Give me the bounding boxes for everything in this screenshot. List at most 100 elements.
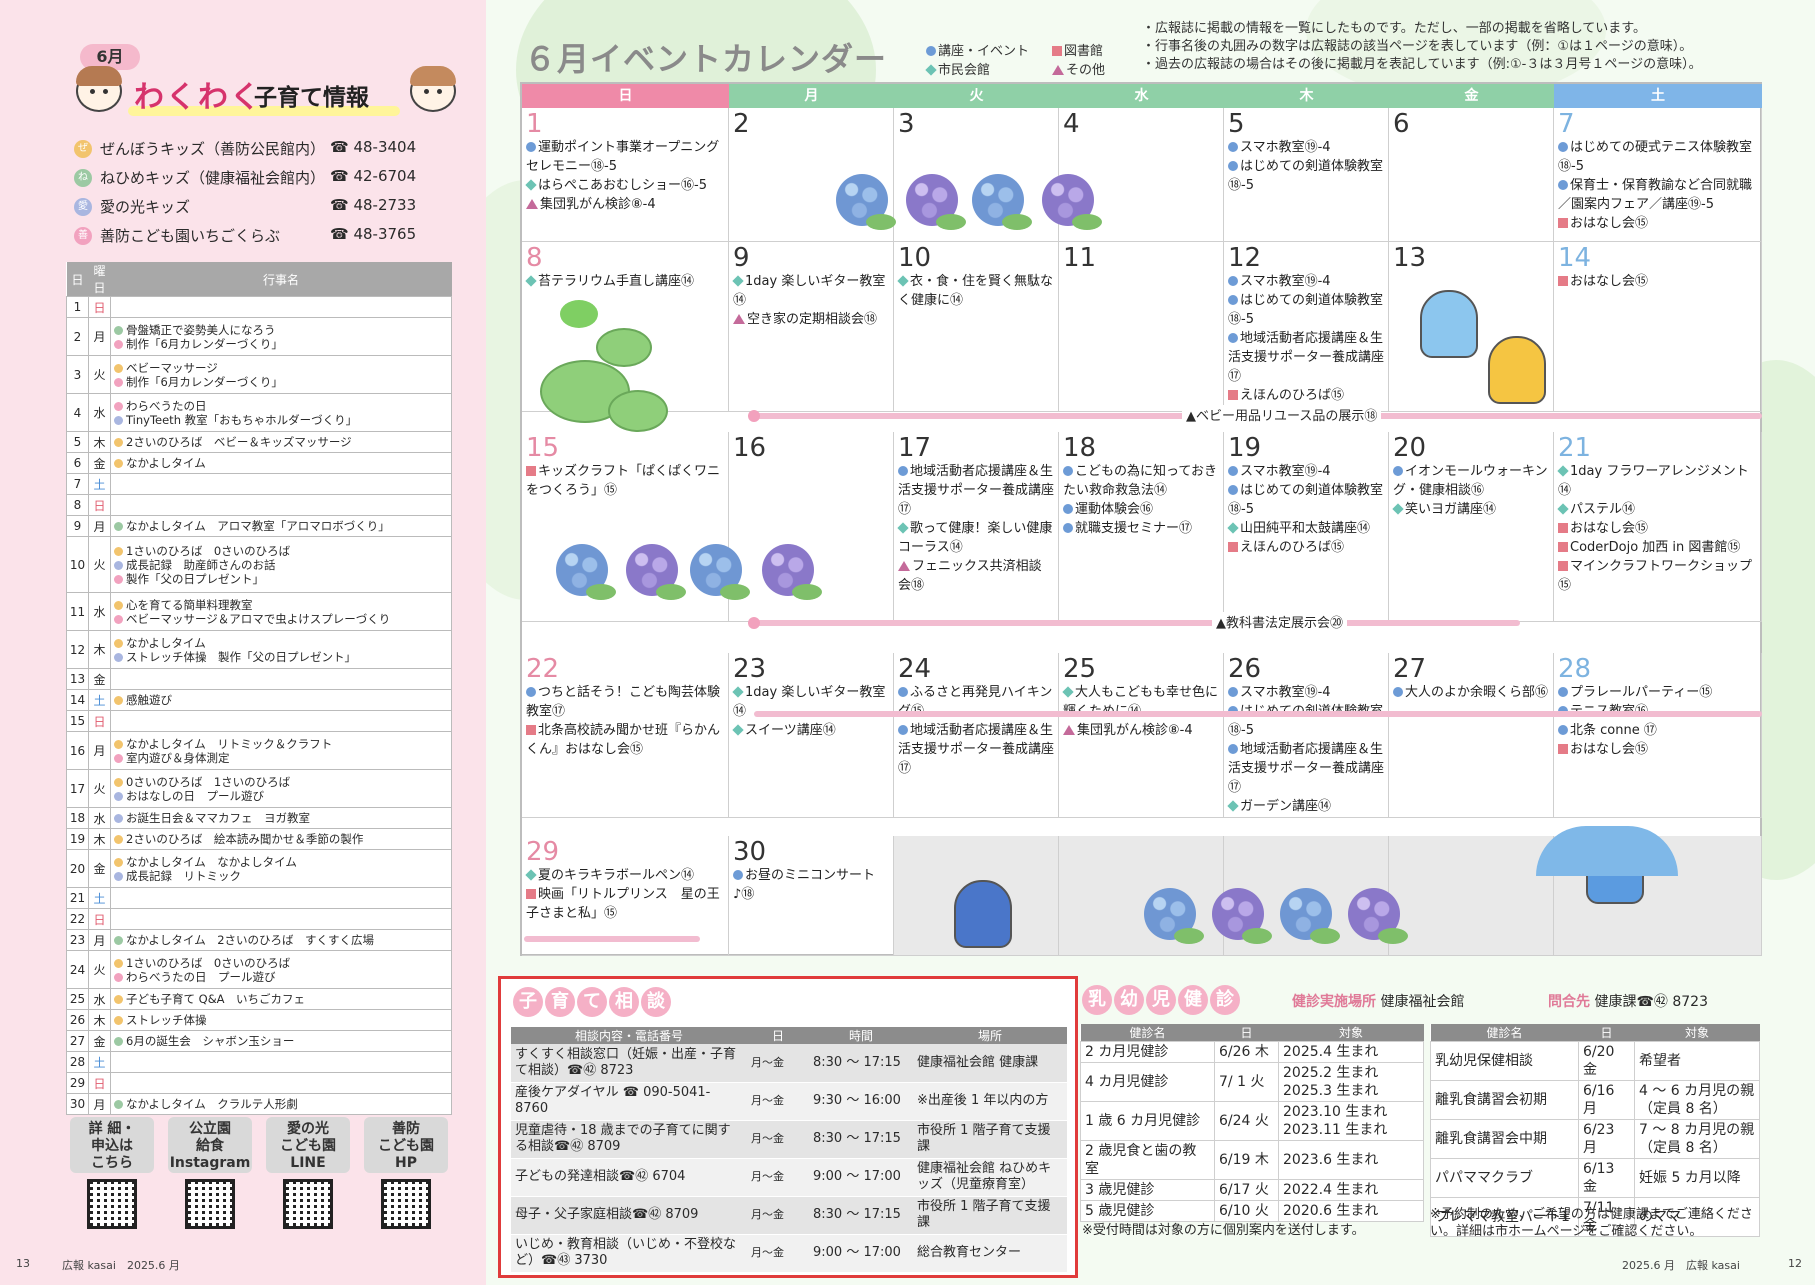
calendar-event: はじめての剣道体験教室⑱-5 <box>1228 702 1384 740</box>
event-text: 衣・食・住を賢く無駄なく健康に⑭ <box>898 274 1054 308</box>
consult-cell: 8:30 〜 17:15 <box>809 1196 913 1235</box>
schedule-event: 成長記録 リトミック <box>114 869 448 883</box>
event-text: スマホ教室⑲-4 <box>1240 464 1331 479</box>
consult-cell: 健康福祉会館 ねひめキッズ（児童療育室） <box>913 1158 1067 1197</box>
event-marker-icon <box>1228 161 1238 171</box>
day-number: 25 <box>1063 654 1097 684</box>
calendar-event: 1day 楽しいギター教室⑭ <box>732 272 889 310</box>
event-text: 地域活動者応援講座＆生活支援サポーター養成講座⑰ <box>898 464 1055 517</box>
qr-block[interactable]: 愛の光 こども園 LINE <box>266 1117 350 1229</box>
schedule-row: 29 日 <box>66 1072 452 1094</box>
lily-pad-icon <box>608 390 668 432</box>
schedule-event: 製作「父の日プレゼント」 <box>114 572 448 586</box>
schedule-row: 3 火ベビーマッサージ 制作「6月カレンダーづくり」 <box>66 355 452 394</box>
weekday-header: 水 <box>1059 84 1224 108</box>
event-text: 山田純平和太鼓講座⑭ <box>1240 521 1371 536</box>
day-number: 5 <box>1228 109 1245 139</box>
consult-cell: 8:30 〜 17:15 <box>809 1120 913 1159</box>
schedule-event: ベビーマッサージ <box>114 361 448 375</box>
health-cell: 4 〜 6 カ月児の親（定員 8 名） <box>1634 1080 1760 1120</box>
health-cell: 4 カ月児健診 <box>1080 1062 1215 1102</box>
consult-cell: 月〜金 <box>747 1158 809 1197</box>
calendar-event: 保育士・保育教諭など合同就職／園案内フェア／講座⑲-5 <box>1558 176 1757 214</box>
schedule-day: 22 <box>66 908 89 930</box>
day-number: 16 <box>733 433 767 463</box>
day-number: 26 <box>1228 654 1262 684</box>
qr-code-icon[interactable] <box>87 1179 137 1229</box>
health-row: 2 歳児食と歯の教室 6/19 木 2023.6 生まれ <box>1080 1140 1424 1180</box>
event-text: 就職支援セミナー⑰ <box>1075 521 1193 536</box>
schedule-day: 1 <box>66 296 89 318</box>
schedule-weekday: 金 <box>88 849 111 888</box>
schedule-event: 子ども子育て Q&A いちごカフェ <box>114 992 448 1006</box>
calendar-event: イオンモールウォーキング・健康相談⑯ <box>1393 462 1549 500</box>
qr-block[interactable]: 善防 こども園 HP <box>364 1117 448 1229</box>
qr-block[interactable]: 公立園 給食 Instagram <box>168 1117 252 1229</box>
schedule-events <box>110 1072 452 1094</box>
schedule-weekday: 金 <box>88 668 111 690</box>
schedule-events <box>110 1051 452 1073</box>
event-marker-icon <box>526 466 536 476</box>
facility-item: 善善防こども園いちごくらぶ <box>74 225 280 246</box>
qr-block[interactable]: 詳 細・ 申込は こちら <box>70 1117 154 1229</box>
page-number: 13 <box>16 1257 30 1270</box>
qr-code-icon[interactable] <box>381 1179 431 1229</box>
event-marker-icon <box>1392 503 1404 515</box>
consult-title: 子育て相談 <box>513 987 673 1017</box>
event-text: ガーデン講座⑭ <box>1240 799 1332 814</box>
calendar-event: キッズクラフト「ぱくぱくワニをつくろう」⑮ <box>526 462 724 500</box>
health-cell: 6/17 火 <box>1214 1179 1279 1201</box>
event-text: 1day 楽しいギター教室⑭ <box>733 274 886 308</box>
qr-code-icon[interactable] <box>283 1179 333 1229</box>
schedule-event: なかよしタイム 2さいのひろば すくすく広場 <box>114 933 448 947</box>
schedule-weekday: 日 <box>88 494 111 516</box>
schedule-weekday: 月 <box>88 929 111 951</box>
event-text: つちと話そう！こども陶芸体験教室⑰ <box>526 685 721 719</box>
event-marker-icon <box>1062 686 1074 698</box>
event-text: 集団乳がん検診⑧-4 <box>540 197 656 212</box>
event-text: おはなし会⑮ <box>1570 216 1649 231</box>
schedule-weekday: 月 <box>88 731 111 770</box>
event-text: お昼のミニコンサート♪⑱ <box>733 868 876 902</box>
health-cell: 6/10 火 <box>1214 1200 1279 1222</box>
health-cell: 6/24 火 <box>1214 1101 1279 1141</box>
leaf-icon <box>1072 214 1102 230</box>
event-marker-icon <box>1558 276 1568 286</box>
health-cell: 1 歳 6 カ月児健診 <box>1080 1101 1215 1141</box>
event-text: はじめての硬式テニス体験教室⑱-5 <box>1558 140 1753 174</box>
event-text: CoderDojo 加西 in 図書館⑮ <box>1570 540 1741 555</box>
schedule-row: 20 金なかよしタイム なかよしタイム 成長記録 リトミック <box>66 849 452 888</box>
calendar-day: 19 スマホ教室⑲-4 はじめての剣道体験教室⑱-5 山田純平和太鼓講座⑭ えほんのひろ… <box>1224 432 1389 622</box>
event-marker-icon <box>898 561 910 571</box>
schedule-weekday: 月 <box>88 317 111 356</box>
health-table: 健診名 日 対象 2 カ月児健診 6/26 木 2025.4 生まれ 4 カ月児健診 7… <box>1080 1024 1424 1222</box>
calendar-day: 30 お昼のミニコンサート♪⑱ <box>729 836 894 956</box>
event-text: 地域活動者応援講座＆生活支援サポーター養成講座⑰ <box>898 723 1055 776</box>
exhibit-band <box>752 620 1520 626</box>
leaf-icon <box>936 214 966 230</box>
event-marker-icon <box>526 725 536 735</box>
child-face-icon <box>410 66 456 112</box>
health-cell: 6/19 木 <box>1214 1140 1279 1180</box>
calendar-event: スマホ教室⑲-4 <box>1228 272 1384 291</box>
qr-code-icon[interactable] <box>185 1179 235 1229</box>
schedule-event: 1さいのひろば 0さいのひろば <box>114 544 448 558</box>
calendar-event: 地域活動者応援講座＆生活支援サポーター養成講座⑰ <box>1228 329 1384 386</box>
calendar-event: 就職支援セミナー⑰ <box>1063 519 1219 538</box>
schedule-day: 28 <box>66 1051 89 1073</box>
facility-icon: 善 <box>74 226 92 245</box>
square-marker-icon <box>1052 46 1062 56</box>
legend-hall: 市民会館 <box>925 59 990 78</box>
col-event: 行事名 <box>110 262 452 297</box>
schedule-events: なかよしタイム アロマ教室「アロマロボづくり」 <box>110 515 452 537</box>
facility-tel: ☎ 42-6704 <box>330 167 417 185</box>
calendar-day: 17 地域活動者応援講座＆生活支援サポーター養成講座⑰ 歌って健康！楽しい健康コーラ… <box>894 432 1059 622</box>
day-number: 3 <box>898 109 915 139</box>
event-marker-icon <box>1228 276 1238 286</box>
schedule-row: 7土 <box>66 473 452 495</box>
title-circle: て <box>577 987 607 1017</box>
schedule-row: 6 金なかよしタイム <box>66 452 452 474</box>
health-row: 4 カ月児健診 7/ 1 火 2025.2 生まれ 2025.3 生まれ <box>1080 1062 1424 1102</box>
calendar-event: 集団乳がん検診⑧-4 <box>526 195 724 214</box>
weekday-header: 木 <box>1224 84 1389 108</box>
